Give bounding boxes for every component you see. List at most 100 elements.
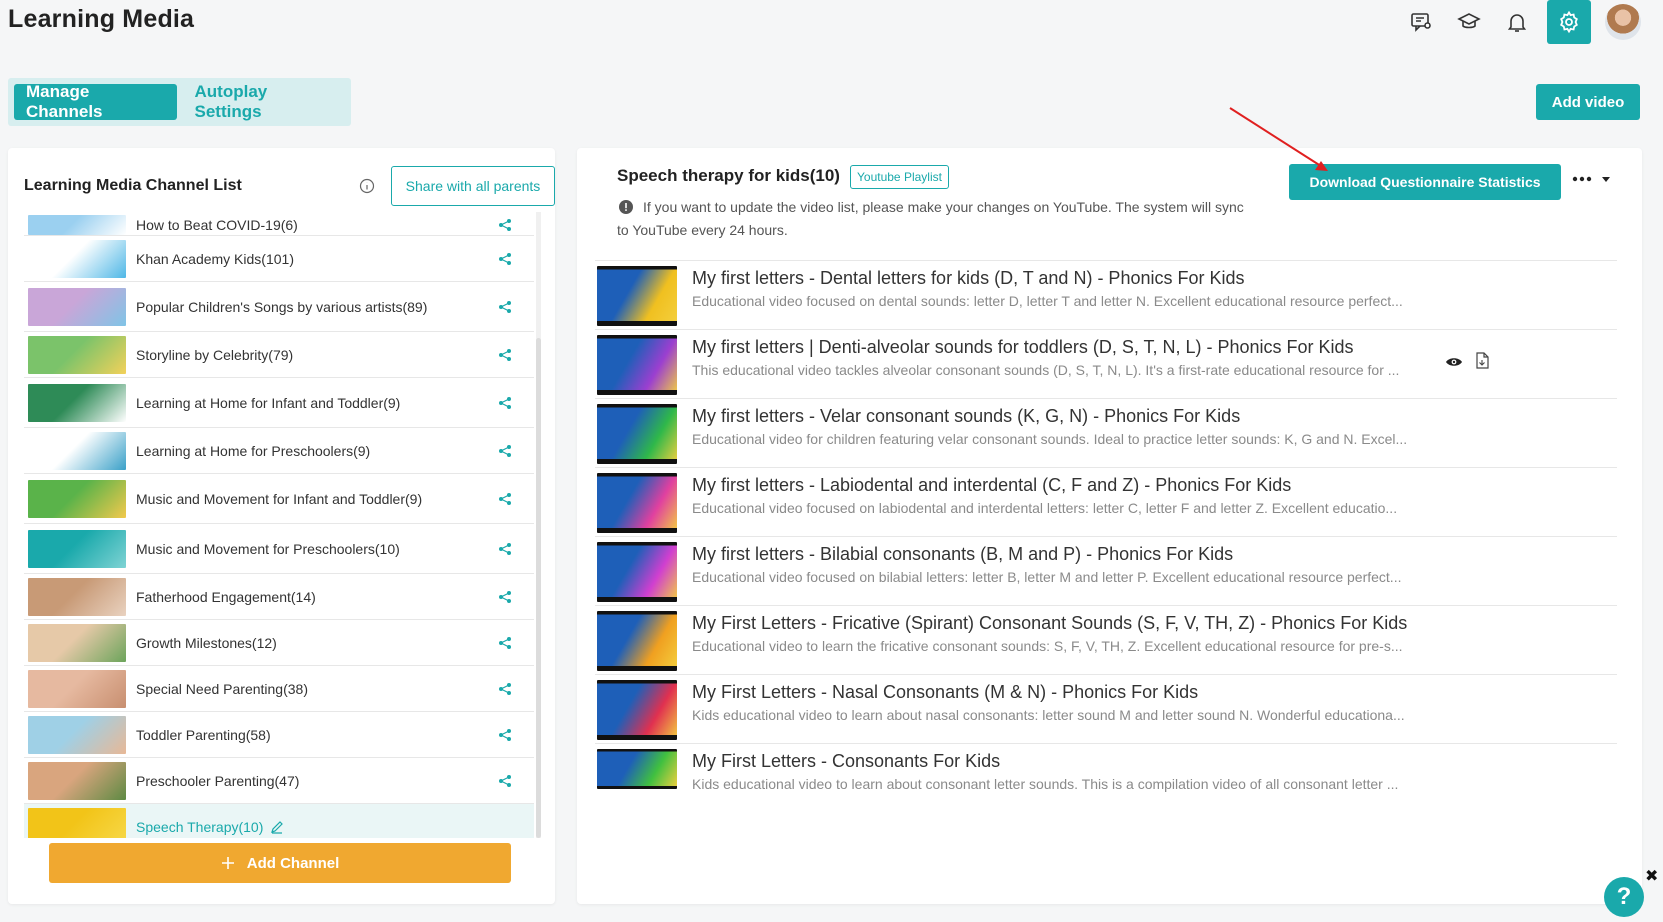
video-description: Educational video to learn the fricative… xyxy=(692,638,1403,654)
top-bar: Learning Media xyxy=(0,0,1663,50)
video-description: Educational video focused on bilabial le… xyxy=(692,569,1402,585)
chat-icon[interactable] xyxy=(1397,0,1445,44)
video-item[interactable]: My First Letters - Nasal Consonants (M &… xyxy=(595,674,1617,743)
channel-item[interactable]: Special Need Parenting(38) xyxy=(24,666,534,712)
share-icon[interactable] xyxy=(498,774,512,788)
close-help-icon[interactable]: ✖ xyxy=(1645,866,1658,886)
download-questionnaire-statistics-button[interactable]: Download Questionnaire Statistics xyxy=(1289,164,1561,200)
sync-note: If you want to update the video list, pl… xyxy=(617,199,1244,238)
channel-item[interactable]: Popular Children's Songs by various arti… xyxy=(24,282,534,332)
video-item[interactable]: My first letters - Velar consonant sound… xyxy=(595,398,1617,467)
add-channel-button[interactable]: Add Channel xyxy=(49,843,511,883)
eye-icon[interactable] xyxy=(1445,354,1463,370)
channel-name: Special Need Parenting(38) xyxy=(136,680,308,697)
share-icon[interactable] xyxy=(498,348,512,362)
video-item[interactable]: My first letters - Bilabial consonants (… xyxy=(595,536,1617,605)
video-description: Educational video focused on labiodental… xyxy=(692,500,1398,516)
page-title: Learning Media xyxy=(8,5,195,33)
channel-thumbnail xyxy=(28,577,126,616)
video-item[interactable]: My first letters - Dental letters for ki… xyxy=(595,260,1617,329)
video-title[interactable]: My first letters | Denti-alveolar sounds… xyxy=(692,337,1354,358)
channel-item[interactable]: Preschooler Parenting(47) xyxy=(24,758,534,804)
video-title[interactable]: My first letters - Bilabial consonants (… xyxy=(692,544,1233,565)
bell-icon[interactable] xyxy=(1493,0,1541,44)
share-icon[interactable] xyxy=(498,492,512,506)
tab-autoplay-settings[interactable]: Autoplay Settings xyxy=(183,82,345,121)
share-with-all-parents-button[interactable]: Share with all parents xyxy=(391,166,555,206)
channel-name: Khan Academy Kids(101) xyxy=(136,250,294,267)
share-icon[interactable] xyxy=(498,300,512,314)
channel-thumbnail xyxy=(28,715,126,754)
video-title[interactable]: My First Letters - Nasal Consonants (M &… xyxy=(692,682,1198,703)
channel-name: Learning at Home for Preschoolers(9) xyxy=(136,442,371,459)
channel-thumbnail xyxy=(28,529,126,568)
channel-name: Learning at Home for Infant and Toddler(… xyxy=(136,394,401,411)
channel-name: Music and Movement for Preschoolers(10) xyxy=(136,540,400,557)
channel-item[interactable]: Music and Movement for Preschoolers(10) xyxy=(24,524,534,574)
channel-name: Popular Children's Songs by various arti… xyxy=(136,298,428,315)
video-description: Kids educational video to learn about na… xyxy=(692,707,1405,723)
channel-thumbnail xyxy=(28,383,126,422)
video-title[interactable]: My First Letters - Consonants For Kids xyxy=(692,751,1000,772)
video-thumbnail xyxy=(597,266,677,326)
share-icon[interactable] xyxy=(498,728,512,742)
tab-manage-channels[interactable]: Manage Channels xyxy=(14,82,177,121)
video-title[interactable]: My first letters - Labiodental and inter… xyxy=(692,475,1291,496)
share-icon[interactable] xyxy=(498,590,512,604)
add-video-button[interactable]: Add video xyxy=(1536,84,1640,120)
channel-item[interactable]: Learning at Home for Infant and Toddler(… xyxy=(24,378,534,428)
share-icon[interactable] xyxy=(498,682,512,696)
channel-thumbnail xyxy=(28,623,126,662)
channel-name: Growth Milestones(12) xyxy=(136,634,277,651)
video-description: Educational video for children featuring… xyxy=(692,431,1408,447)
graduation-cap-icon[interactable] xyxy=(1445,0,1493,44)
channel-item[interactable]: Speech Therapy(10) xyxy=(24,804,534,838)
channel-thumbnail xyxy=(28,807,126,838)
channel-list-title: Learning Media Channel List xyxy=(24,177,242,194)
document-icon[interactable] xyxy=(1475,352,1489,369)
video-item[interactable]: My First Letters - Fricative (Spirant) C… xyxy=(595,605,1617,674)
share-icon[interactable] xyxy=(498,252,512,266)
video-title[interactable]: My first letters - Velar consonant sound… xyxy=(692,406,1240,427)
video-title[interactable]: My first letters - Dental letters for ki… xyxy=(692,268,1245,289)
channel-item[interactable]: Music and Movement for Infant and Toddle… xyxy=(24,474,534,524)
channel-thumbnail xyxy=(28,215,126,235)
channel-thumbnail xyxy=(28,431,126,470)
share-icon[interactable] xyxy=(498,636,512,650)
video-title[interactable]: My First Letters - Fricative (Spirant) C… xyxy=(692,613,1407,634)
video-thumbnail xyxy=(597,611,677,671)
settings-button[interactable] xyxy=(1547,0,1591,44)
channel-name: Fatherhood Engagement(14) xyxy=(136,588,316,605)
channel-item[interactable]: Growth Milestones(12) xyxy=(24,620,534,666)
video-item[interactable]: My first letters - Labiodental and inter… xyxy=(595,467,1617,536)
video-thumbnail xyxy=(597,680,677,740)
video-description: Educational video focused on dental soun… xyxy=(692,293,1403,309)
share-icon[interactable] xyxy=(498,218,512,232)
channel-item[interactable]: Toddler Parenting(58) xyxy=(24,712,534,758)
caret-down-icon[interactable] xyxy=(1601,175,1611,183)
video-item[interactable]: My First Letters - Consonants For Kids Ki… xyxy=(595,743,1617,812)
more-options-icon[interactable] xyxy=(1571,174,1593,184)
channel-item[interactable]: Storyline by Celebrity(79) xyxy=(24,332,534,378)
view-tabs: Manage Channels Autoplay Settings xyxy=(8,78,351,126)
help-button[interactable]: ? xyxy=(1604,877,1644,917)
playlist-panel: Speech therapy for kids(10) Youtube Play… xyxy=(577,148,1642,904)
avatar[interactable] xyxy=(1605,4,1641,40)
channel-item[interactable]: How to Beat COVID-19(6) xyxy=(24,212,534,236)
channel-item[interactable]: Learning at Home for Preschoolers(9) xyxy=(24,428,534,474)
plus-icon xyxy=(221,857,234,869)
video-list: My first letters - Dental letters for ki… xyxy=(595,260,1617,812)
info-icon[interactable] xyxy=(359,178,375,194)
share-icon[interactable] xyxy=(498,444,512,458)
channel-name: Music and Movement for Infant and Toddle… xyxy=(136,490,423,507)
channel-thumbnail xyxy=(28,479,126,518)
video-thumbnail xyxy=(597,749,677,789)
channel-item[interactable]: Fatherhood Engagement(14) xyxy=(24,574,534,620)
channel-item[interactable]: Khan Academy Kids(101) xyxy=(24,236,534,282)
share-icon[interactable] xyxy=(498,542,512,556)
video-item[interactable]: My first letters | Denti-alveolar sounds… xyxy=(595,329,1617,398)
edit-icon[interactable] xyxy=(269,819,285,835)
video-thumbnail xyxy=(597,542,677,602)
share-icon[interactable] xyxy=(498,396,512,410)
channel-list-scrollbar[interactable] xyxy=(536,338,541,838)
